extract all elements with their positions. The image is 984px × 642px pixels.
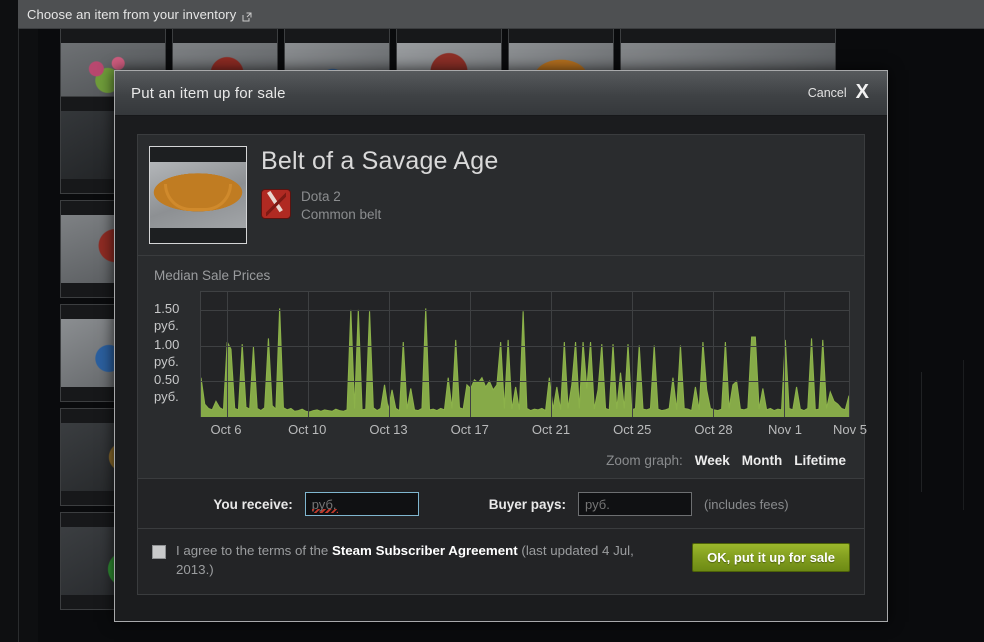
chart-x-tick: Oct 21 <box>531 422 571 437</box>
chart-zoom-label: Zoom graph: <box>606 453 683 468</box>
item-meta: Belt of a Savage Age Dota 2 Common belt <box>261 146 499 244</box>
chart-area: 1.50 руб. 1.00 руб. 0.50 руб. Oct 6 Oct 10 Oct … <box>152 291 867 440</box>
buyer-pays-label: Buyer pays: <box>488 496 567 512</box>
chart-x-tick: Oct 10 <box>288 422 327 437</box>
item-summary-panel: Belt of a Savage Age Dota 2 Common belt <box>137 134 865 256</box>
modal-title: Put an item up for sale <box>131 84 286 102</box>
you-receive-label: You receive: <box>213 496 293 512</box>
includes-fees-note: (includes fees) <box>704 496 789 512</box>
item-thumbnail <box>149 146 247 244</box>
chart-y-tick: 0.50 руб. <box>154 372 180 405</box>
chart-plot-wrap: Oct 6 Oct 10 Oct 13 Oct 17 Oct 21 Oct 25 Oct 2… <box>200 291 867 440</box>
chart-gridline <box>201 381 849 383</box>
chart-gridline <box>226 292 228 417</box>
ok-put-up-for-sale-button[interactable]: OK, put it up for sale <box>692 543 850 572</box>
buyer-pays-input[interactable] <box>578 492 693 516</box>
chart-zoom-month[interactable]: Month <box>742 453 782 468</box>
item-quality: Common belt <box>301 207 382 223</box>
cancel-button[interactable]: Cancel X <box>807 82 869 103</box>
modal-body: Belt of a Savage Age Dota 2 Common belt … <box>115 116 887 595</box>
chart-y-tick: 1.00 руб. <box>154 336 180 369</box>
chart-x-tick: Oct 13 <box>369 422 408 437</box>
chart-gridline <box>712 292 714 417</box>
agreement-left: I agree to the terms of the Steam Subscr… <box>152 541 672 580</box>
steam-subscriber-agreement-link[interactable]: Steam Subscriber Agreement <box>332 543 518 558</box>
chart-x-axis: Oct 6 Oct 10 Oct 13 Oct 17 Oct 21 Oct 25 Oct 2… <box>200 422 867 440</box>
item-name: Belt of a Savage Age <box>261 147 499 175</box>
chart-gridline <box>631 292 633 417</box>
chart-title: Median Sale Prices <box>154 268 271 283</box>
inventory-topbar-link[interactable]: Choose an item from your inventory <box>27 7 252 22</box>
modal-header: Put an item up for sale Cancel X <box>115 71 887 116</box>
chart-gridline <box>201 345 849 347</box>
chart-x-tick: Oct 28 <box>694 422 733 437</box>
chart-x-tick: Oct 25 <box>613 422 652 437</box>
chart-gridline <box>550 292 552 417</box>
price-input-row: You receive: Buyer pays: (includes fees) <box>137 479 865 529</box>
spellcheck-squiggle <box>311 509 338 513</box>
chart-zoom-controls: Zoom graph: Week Month Lifetime <box>152 453 850 468</box>
inventory-topbar: Choose an item from your inventory <box>18 0 984 29</box>
agreement-checkbox[interactable] <box>152 545 166 559</box>
price-history-panel: Median Sale Prices 1.50 руб. 1.00 руб. 0.50 р… <box>137 256 867 479</box>
chart-plot <box>200 291 850 417</box>
chart-x-tick: Nov 5 <box>833 422 867 437</box>
agreement-text: I agree to the terms of the Steam Subscr… <box>176 541 672 580</box>
cancel-label: Cancel <box>807 86 847 100</box>
chart-x-tick: Oct 17 <box>450 422 489 437</box>
close-icon[interactable]: X <box>856 82 869 102</box>
chart-gridline <box>201 309 849 311</box>
sell-item-modal: Put an item up for sale Cancel X Belt of… <box>114 70 888 622</box>
external-link-icon <box>242 10 252 22</box>
agreement-text-before: I agree to the terms of the <box>176 543 329 558</box>
dota2-icon <box>261 188 291 219</box>
chart-gridline <box>307 292 309 417</box>
chart-y-tick: 1.50 руб. <box>154 300 180 333</box>
chart-x-tick: Nov 1 <box>768 422 802 437</box>
background-divider <box>18 28 19 642</box>
agreement-row: I agree to the terms of the Steam Subscr… <box>137 529 865 595</box>
inventory-topbar-label: Choose an item from your inventory <box>27 6 237 22</box>
chart-gridline <box>469 292 471 417</box>
chart-zoom-lifetime[interactable]: Lifetime <box>794 453 846 468</box>
item-subinfo: Dota 2 Common belt <box>261 188 499 225</box>
item-game-name: Dota 2 <box>301 188 341 204</box>
you-receive-input-wrap <box>304 492 419 516</box>
modal-footer <box>115 594 887 621</box>
chart-zoom-week[interactable]: Week <box>695 453 730 468</box>
chart-y-axis: 1.50 руб. 1.00 руб. 0.50 руб. <box>152 291 200 416</box>
chart-gridline <box>388 292 390 417</box>
chart-gridline <box>784 292 786 417</box>
chart-gridline <box>849 292 850 417</box>
chart-x-tick: Oct 6 <box>210 422 242 437</box>
